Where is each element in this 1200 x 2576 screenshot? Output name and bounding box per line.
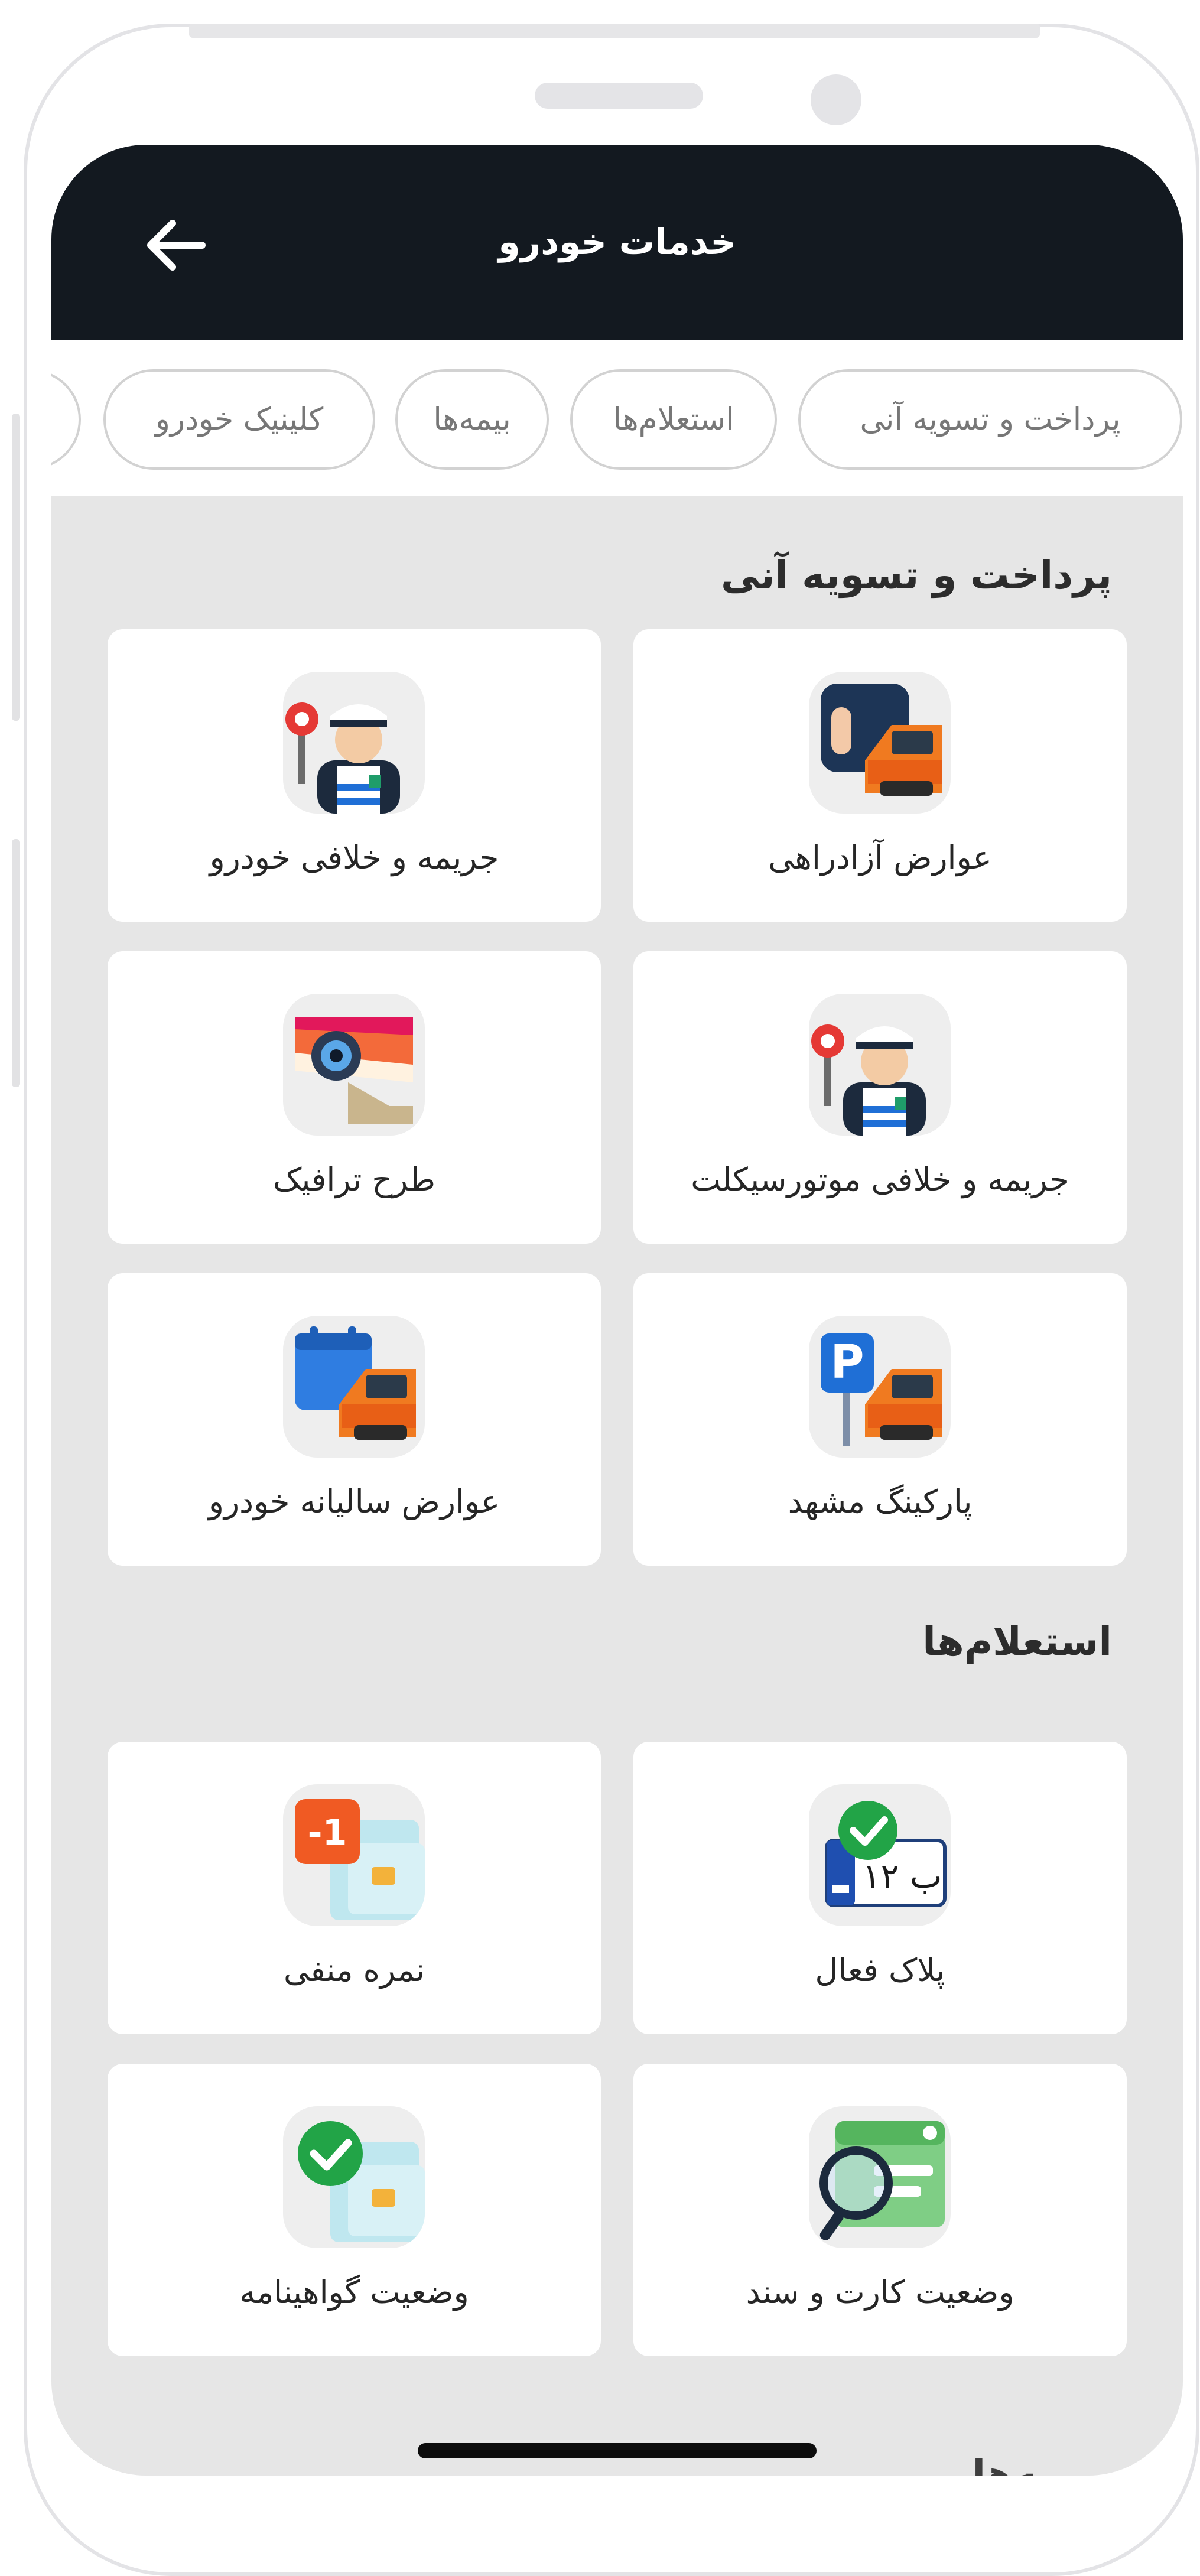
svg-text:P: P <box>830 1336 864 1389</box>
phone-speaker <box>535 83 703 109</box>
section-title-insurance: بیمه‌ها <box>972 2452 1094 2476</box>
calendar-car-icon <box>283 1316 425 1458</box>
service-label: عوارض سالیانه خودرو <box>208 1483 500 1520</box>
service-negative-points[interactable]: -1 نمره منفی <box>108 1742 601 2034</box>
service-motorcycle-fines[interactable]: جریمه و خلافی موتورسیکلت <box>633 951 1127 1244</box>
car-toll-icon <box>809 672 951 814</box>
tab-label: کلینیک خودرو <box>155 402 324 437</box>
tab-label: پرداخت و تسویه آنی <box>860 402 1121 437</box>
negative-point-card-icon: -1 <box>283 1784 425 1926</box>
service-freeway-toll[interactable]: عوارض آزادراهی <box>633 629 1127 922</box>
tab-inquiries[interactable]: استعلام‌ها <box>570 369 777 470</box>
service-label: جریمه و خلافی موتورسیکلت <box>691 1161 1069 1198</box>
service-license-status[interactable]: وضعیت گواهینامه <box>108 2064 601 2356</box>
phone-top-edge <box>189 24 1040 38</box>
plate-text: ب ۱۲ <box>862 1856 942 1896</box>
tab-partial[interactable] <box>51 369 81 470</box>
home-indicator[interactable] <box>418 2443 817 2458</box>
traffic-camera-icon <box>283 994 425 1136</box>
service-active-plate[interactable]: ب ۱۲ پلاک فعال <box>633 1742 1127 2034</box>
tab-label: استعلام‌ها <box>613 402 734 437</box>
service-mashhad-parking[interactable]: P پارکینگ مشهد <box>633 1273 1127 1566</box>
tab-insurance[interactable]: بیمه‌ها <box>395 369 549 470</box>
service-label: وضعیت کارت و سند <box>746 2273 1014 2311</box>
app-header: خدمات خودرو <box>51 145 1183 340</box>
service-card-document-status[interactable]: وضعیت کارت و سند <box>633 2064 1127 2356</box>
license-check-icon <box>283 2106 425 2248</box>
service-car-fines[interactable]: جریمه و خلافی خودرو <box>108 629 601 922</box>
license-plate-check-icon: ب ۱۲ <box>809 1784 951 1926</box>
section-title-payment: پرداخت و تسویه آنی <box>720 552 1112 598</box>
service-label: پلاک فعال <box>815 1951 945 1989</box>
section-title-inquiries: استعلام‌ها <box>922 1619 1112 1664</box>
service-label: طرح ترافیک <box>272 1161 436 1198</box>
service-label: پارکینگ مشهد <box>788 1483 973 1520</box>
traffic-police-icon <box>283 672 425 814</box>
service-label: عوارض آزادراهی <box>768 839 992 876</box>
service-annual-car-tax[interactable]: عوارض سالیانه خودرو <box>108 1273 601 1566</box>
app-screen: خدمات خودرو پرداخت و تسویه آنی استعلام‌ه… <box>51 145 1183 2476</box>
service-label: جریمه و خلافی خودرو <box>209 839 499 876</box>
tab-label: بیمه‌ها <box>433 402 511 437</box>
tab-payment[interactable]: پرداخت و تسویه آنی <box>798 369 1182 470</box>
service-traffic-plan[interactable]: طرح ترافیک <box>108 951 601 1244</box>
tab-car-clinic[interactable]: کلینیک خودرو <box>103 369 375 470</box>
page-title: خدمات خودرو <box>498 222 736 263</box>
category-tabs: پرداخت و تسویه آنی استعلام‌ها بیمه‌ها کل… <box>51 340 1183 496</box>
traffic-police-icon <box>809 994 951 1136</box>
service-label: نمره منفی <box>283 1951 425 1989</box>
service-label: وضعیت گواهینامه <box>239 2273 469 2311</box>
phone-side-button <box>12 414 20 721</box>
card-search-icon <box>809 2106 951 2248</box>
badge-text: -1 <box>308 1812 347 1853</box>
phone-camera <box>811 74 861 125</box>
parking-icon: P <box>809 1316 951 1458</box>
phone-side-button <box>12 839 20 1087</box>
